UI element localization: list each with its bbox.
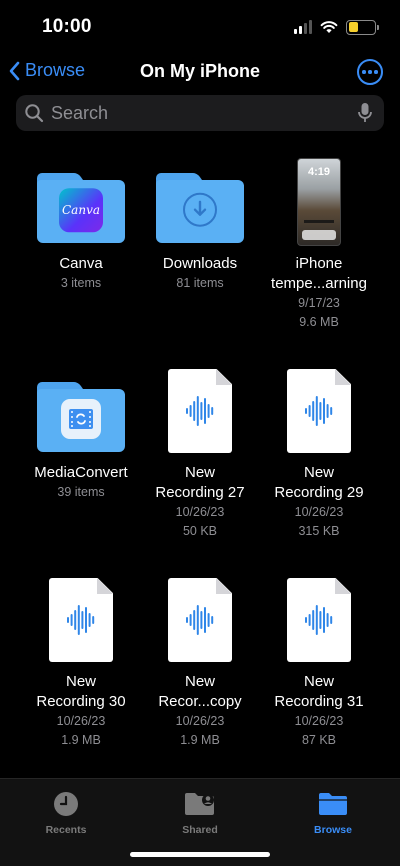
microphone-icon[interactable] [358, 102, 372, 124]
item-name: New Recording 30 [36, 673, 126, 710]
file-new-recording-30[interactable]: New Recording 30 10/26/23 1.9 MB [19, 568, 143, 750]
item-name: New Recor...copy [158, 673, 242, 710]
downloads-folder-icon [156, 173, 244, 243]
audio-file-icon [287, 578, 351, 662]
cellular-signal-icon [294, 20, 312, 34]
item-date: 10/26/23 [175, 714, 225, 728]
tab-label: Recents [45, 824, 87, 836]
mediaconvert-app-icon [61, 399, 101, 439]
status-bar: 10:00 [0, 0, 400, 52]
item-name: New Recording 29 [274, 464, 364, 501]
item-count: 81 items [176, 276, 224, 290]
status-time: 10:00 [42, 16, 92, 37]
screenshot-thumbnail: 4:19 [297, 158, 341, 246]
item-size: 9.6 MB [299, 315, 339, 329]
item-size: 1.9 MB [61, 733, 101, 747]
page-title: On My iPhone [139, 61, 260, 81]
item-name: New Recording 31 [274, 673, 364, 710]
waveform-icon [305, 396, 333, 426]
item-size: 1.9 MB [180, 733, 220, 747]
folder-downloads[interactable]: Downloads 81 items [138, 150, 262, 293]
tab-label: Browse [314, 824, 352, 836]
file-new-recording-27[interactable]: New Recording 27 10/26/23 50 KB [138, 359, 262, 541]
battery-icon [346, 19, 379, 35]
file-new-recording-copy[interactable]: New Recor...copy 10/26/23 1.9 MB [138, 568, 262, 750]
folder-mediaconvert[interactable]: MediaConvert 39 items [19, 359, 143, 502]
item-size: 315 KB [298, 524, 340, 538]
home-indicator [130, 852, 270, 857]
clock-icon [54, 792, 78, 816]
waveform-icon [186, 605, 214, 635]
file-iphone-screenshot[interactable]: 4:19 iPhone tempe...arning 9/17/23 9.6 M… [257, 150, 381, 332]
audio-file-icon [287, 369, 351, 453]
shared-folder-icon [185, 793, 214, 815]
item-size: 87 KB [301, 733, 337, 747]
search-icon [25, 104, 44, 123]
item-size: 50 KB [182, 524, 218, 538]
audio-file-icon [168, 369, 232, 453]
waveform-icon [186, 396, 214, 426]
folder-canva[interactable]: Canva Canva 3 items [19, 150, 143, 293]
navigation-bar: Browse On My iPhone [0, 52, 400, 92]
item-date: 10/26/23 [56, 714, 106, 728]
item-name: Downloads [162, 255, 238, 272]
audio-file-icon [49, 578, 113, 662]
file-new-recording-31[interactable]: New Recording 31 10/26/23 87 KB [257, 568, 381, 750]
wifi-icon [320, 21, 338, 33]
audio-file-icon [168, 578, 232, 662]
item-count: 3 items [60, 276, 102, 290]
search-bar[interactable] [16, 95, 384, 131]
waveform-icon [305, 605, 333, 635]
item-name: Canva [59, 255, 103, 272]
item-name: New Recording 27 [155, 464, 245, 501]
more-options-button[interactable] [357, 59, 383, 85]
item-name: MediaConvert [34, 464, 128, 481]
item-date: 10/26/23 [175, 505, 225, 519]
ellipsis-icon [362, 70, 366, 74]
waveform-icon [67, 605, 95, 635]
search-input[interactable] [51, 102, 358, 124]
folder-icon [319, 793, 347, 815]
canva-app-icon: Canva [59, 188, 103, 233]
tab-shared[interactable]: Shared [150, 789, 250, 836]
tab-recents[interactable]: Recents [16, 789, 116, 836]
download-arrow-icon [183, 192, 217, 227]
tab-label: Shared [182, 824, 218, 836]
canva-folder-icon: Canva [37, 173, 125, 243]
status-icons [294, 17, 379, 37]
item-date: 10/26/23 [294, 505, 344, 519]
file-new-recording-29[interactable]: New Recording 29 10/26/23 315 KB [257, 359, 381, 541]
item-date: 10/26/23 [294, 714, 344, 728]
item-date: 9/17/23 [298, 296, 340, 310]
tab-browse[interactable]: Browse [283, 789, 383, 836]
item-name: iPhone tempe...arning [271, 255, 367, 292]
item-count: 39 items [57, 485, 105, 499]
mediaconvert-folder-icon [37, 382, 125, 452]
